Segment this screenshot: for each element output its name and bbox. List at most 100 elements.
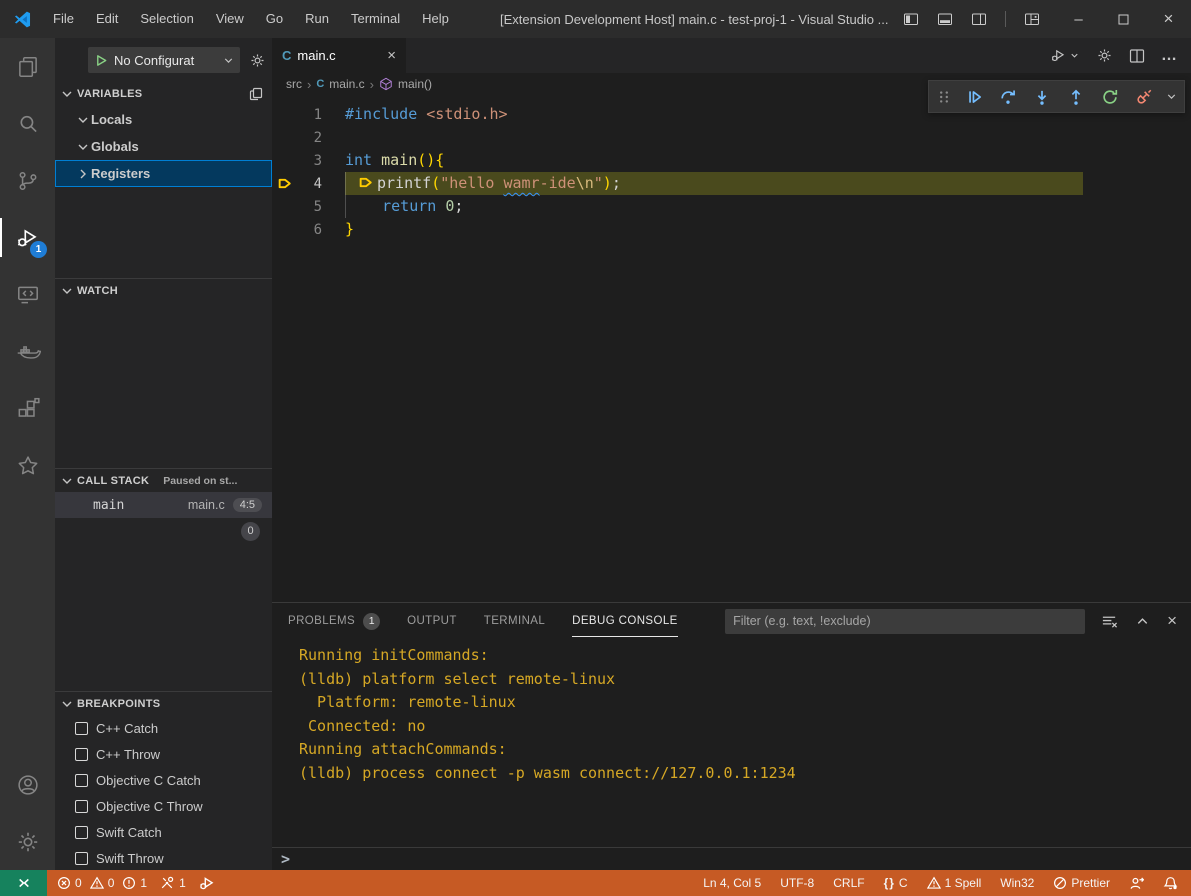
formatter-status[interactable]: Prettier: [1053, 876, 1110, 890]
activity-explorer[interactable]: [0, 38, 55, 95]
clear-console-icon[interactable]: [1101, 613, 1118, 630]
console-filter-input[interactable]: [725, 609, 1085, 634]
spell-checker-status[interactable]: 1 Spell: [927, 876, 982, 890]
eol-sequence[interactable]: CRLF: [833, 876, 864, 890]
restart-icon[interactable]: [1097, 84, 1123, 110]
breakpoint-row[interactable]: Objective C Throw: [55, 793, 272, 819]
breakpoint-checkbox[interactable]: [75, 852, 88, 865]
toggle-secondary-sidebar-icon[interactable]: [971, 11, 987, 27]
disconnect-icon[interactable]: [1131, 84, 1157, 110]
call-stack-section-header[interactable]: CALL STACK Paused on st...: [55, 468, 272, 492]
call-stack-frame-row[interactable]: main main.c 4:5: [55, 492, 272, 518]
notifications-bell-icon[interactable]: [1163, 876, 1178, 891]
activity-settings[interactable]: [0, 813, 55, 870]
activity-star[interactable]: [0, 437, 55, 494]
close-panel-icon[interactable]: ×: [1167, 611, 1177, 631]
breadcrumb-symbol[interactable]: main(): [398, 77, 432, 91]
continue-icon[interactable]: [961, 84, 987, 110]
activity-search[interactable]: [0, 95, 55, 152]
minimize-button[interactable]: –: [1056, 0, 1101, 38]
toggle-sidebar-icon[interactable]: [903, 11, 919, 27]
menu-item[interactable]: Edit: [85, 0, 129, 38]
panel-tab-output[interactable]: OUTPUT: [407, 603, 457, 639]
menu-item[interactable]: Selection: [129, 0, 204, 38]
step-into-icon[interactable]: [1029, 84, 1055, 110]
toggle-panel-icon[interactable]: [937, 11, 953, 27]
breakpoint-row[interactable]: C++ Catch: [55, 715, 272, 741]
activity-account[interactable]: [0, 756, 55, 813]
debug-status[interactable]: [199, 875, 215, 891]
variables-item-registers[interactable]: Registers: [55, 160, 272, 187]
code-line-6[interactable]: 6}: [272, 218, 1191, 241]
language-mode[interactable]: {} C: [884, 876, 908, 890]
menu-item[interactable]: File: [42, 0, 85, 38]
code-line-2[interactable]: 2: [272, 126, 1191, 149]
line-content: int main(){: [345, 149, 444, 172]
chevron-down-icon[interactable]: [1165, 90, 1178, 103]
problems-status[interactable]: 0 0 1: [57, 876, 147, 890]
breakpoints-section-header[interactable]: BREAKPOINTS: [55, 691, 272, 715]
symbol-cube-icon: [379, 77, 393, 91]
toolbar-grip-icon[interactable]: [935, 89, 953, 105]
toolchain-status[interactable]: 1: [160, 876, 186, 890]
breakpoint-checkbox[interactable]: [75, 774, 88, 787]
activity-remote-explorer[interactable]: [0, 266, 55, 323]
breakpoint-row[interactable]: Swift Throw: [55, 845, 272, 870]
platform-status[interactable]: Win32: [1000, 876, 1034, 890]
customize-layout-icon[interactable]: [1024, 11, 1040, 27]
activity-run-debug[interactable]: 1: [0, 209, 55, 266]
run-debug-action[interactable]: [1050, 47, 1080, 64]
cursor-position[interactable]: Ln 4, Col 5: [703, 876, 761, 890]
c-file-icon: C: [282, 48, 291, 63]
panel-tab-problems[interactable]: PROBLEMS1: [288, 603, 380, 639]
code-line-4[interactable]: 4printf("hello wamr-ide\n");: [272, 172, 1191, 195]
step-out-icon[interactable]: [1063, 84, 1089, 110]
menu-item[interactable]: Terminal: [340, 0, 411, 38]
debug-current-line-gutter-arrow[interactable]: [272, 175, 298, 192]
code-line-5[interactable]: 5 return 0;: [272, 195, 1191, 218]
code-editor[interactable]: 1#include <stdio.h>23int main(){4printf(…: [272, 95, 1191, 602]
breakpoint-checkbox[interactable]: [75, 826, 88, 839]
remote-indicator[interactable]: [0, 870, 47, 896]
variables-item-locals[interactable]: Locals: [55, 106, 272, 133]
step-over-icon[interactable]: [995, 84, 1021, 110]
breakpoint-row[interactable]: Swift Catch: [55, 819, 272, 845]
code-line-3[interactable]: 3int main(){: [272, 149, 1191, 172]
panel-tab-debug-console[interactable]: DEBUG CONSOLE: [572, 603, 678, 639]
breakpoint-row[interactable]: C++ Throw: [55, 741, 272, 767]
maximize-button[interactable]: [1101, 0, 1146, 38]
activity-source-control[interactable]: [0, 152, 55, 209]
close-tab-icon[interactable]: ×: [387, 47, 396, 64]
menu-item[interactable]: Go: [255, 0, 294, 38]
close-window-button[interactable]: ×: [1146, 0, 1191, 38]
encoding[interactable]: UTF-8: [780, 876, 814, 890]
breadcrumb-file[interactable]: main.c: [329, 77, 364, 91]
launch-config-gear-icon[interactable]: [249, 52, 266, 69]
activity-extensions[interactable]: [0, 380, 55, 437]
feedback-icon[interactable]: [1129, 876, 1144, 891]
split-editor-icon[interactable]: [1129, 48, 1145, 64]
code-token: ;: [612, 174, 621, 192]
chevron-down-icon: [59, 283, 75, 299]
tab-main-c[interactable]: C main.c ×: [272, 38, 406, 73]
more-actions-icon[interactable]: …: [1161, 51, 1177, 61]
copy-icon[interactable]: [248, 86, 264, 102]
menu-item[interactable]: View: [205, 0, 255, 38]
variables-item-globals[interactable]: Globals: [55, 133, 272, 160]
menu-item[interactable]: Run: [294, 0, 340, 38]
menu-item[interactable]: Help: [411, 0, 460, 38]
breakpoint-row[interactable]: Objective C Catch: [55, 767, 272, 793]
maximize-panel-icon[interactable]: [1135, 614, 1150, 629]
breakpoint-checkbox[interactable]: [75, 800, 88, 813]
breakpoint-checkbox[interactable]: [75, 722, 88, 735]
launch-config-dropdown[interactable]: No Configurat: [88, 47, 240, 73]
activity-docker[interactable]: [0, 323, 55, 380]
breakpoint-checkbox[interactable]: [75, 748, 88, 761]
editor-settings-gear-icon[interactable]: [1096, 47, 1113, 64]
call-stack-session-row[interactable]: 0: [55, 518, 272, 544]
panel-tab-terminal[interactable]: TERMINAL: [484, 603, 545, 639]
variables-section-header[interactable]: VARIABLES: [55, 82, 272, 106]
debug-console-input[interactable]: >: [272, 847, 1191, 870]
watch-section-header[interactable]: WATCH: [55, 278, 272, 302]
breadcrumb-folder[interactable]: src: [286, 77, 302, 91]
